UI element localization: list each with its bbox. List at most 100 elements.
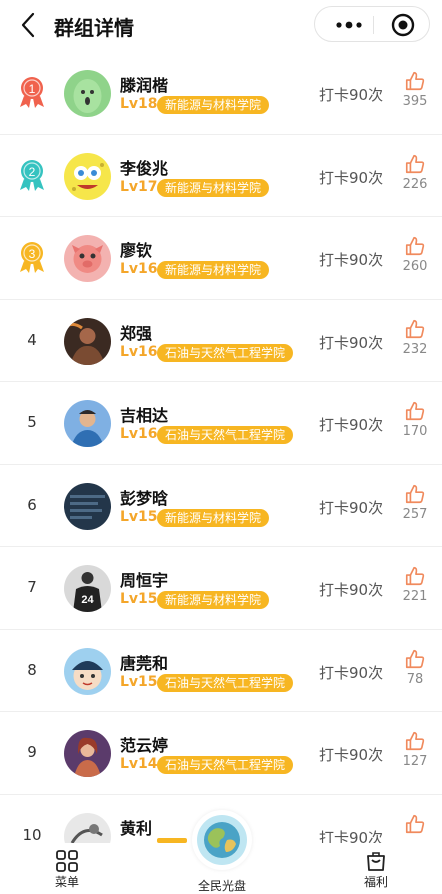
like-button[interactable] <box>398 813 432 835</box>
rank-medal: 2 <box>14 157 50 193</box>
member-name: 郑强 <box>120 323 153 343</box>
college-tag: 新能源与材料学院 <box>157 96 270 114</box>
member-row[interactable]: 1 滕润楷 Lv18 新能源与材料学院 打卡90次 395 <box>0 52 442 135</box>
avatar-image <box>64 647 111 695</box>
thumbs-up-icon <box>405 71 425 91</box>
like-button[interactable]: 257 <box>398 483 432 522</box>
member-name: 廖钦 <box>120 241 153 260</box>
college-tag: 新能源与材料学院 <box>157 178 270 197</box>
checkin-count: 打卡90次 <box>319 663 384 682</box>
member-row[interactable]: 2 李俊兆 Lv17 新能源与材料学院 打卡90次 226 <box>0 135 442 217</box>
avatar[interactable] <box>64 152 111 200</box>
checkin-count: 打卡90次 <box>319 416 384 434</box>
member-row[interactable]: 7 24 周恒宇 Lv15 新能源与材料学院 打卡90次 221 <box>0 547 442 630</box>
avatar-image <box>64 317 111 365</box>
avatar[interactable] <box>64 235 111 282</box>
svg-text:3: 3 <box>29 247 36 261</box>
member-level: Lv16 <box>120 426 158 442</box>
clean-plate-button[interactable] <box>192 810 252 870</box>
member-level: Lv17 <box>120 178 158 195</box>
college-tag: 新能源与材料学院 <box>157 508 270 527</box>
avatar[interactable] <box>64 730 111 777</box>
tab-menu[interactable]: 菜单 <box>37 849 97 890</box>
thumbs-up-icon <box>405 484 425 503</box>
like-button[interactable]: 232 <box>398 318 432 357</box>
thumbs-up-icon <box>405 401 425 421</box>
rank-label: 4 <box>27 330 37 349</box>
tab-welfare[interactable]: 福利 <box>346 849 406 890</box>
member-level: Lv15 <box>120 508 158 525</box>
member-level: Lv18 <box>120 96 158 112</box>
member-level: Lv16 <box>120 343 158 360</box>
rank-medal: 3 <box>14 239 50 275</box>
member-name: 范云婷 <box>120 736 169 755</box>
thumbs-up-icon <box>405 566 425 586</box>
thumbs-up-icon <box>405 236 425 256</box>
checkin-count: 打卡90次 <box>319 251 384 269</box>
like-count: 232 <box>402 341 428 357</box>
like-button[interactable]: 78 <box>398 648 432 687</box>
thumbs-up-icon <box>405 649 425 668</box>
avatar[interactable] <box>64 317 111 365</box>
like-count: 170 <box>402 424 428 439</box>
avatar[interactable] <box>64 70 111 117</box>
checkin-count: 打卡90次 <box>319 581 384 599</box>
avatar-image: 24 <box>64 565 111 612</box>
college-tag: 石油与天然气工程学院 <box>157 756 294 774</box>
rank-number: 4 <box>14 322 50 358</box>
member-name: 滕润楷 <box>120 76 169 95</box>
rank-number: 8 <box>14 652 50 688</box>
member-ranking-list: 1 滕润楷 Lv18 新能源与材料学院 打卡90次 395 2 李俊兆 Lv17… <box>0 52 442 877</box>
like-count: 221 <box>402 589 428 604</box>
college-tag: 石油与天然气工程学院 <box>157 343 294 362</box>
avatar-image <box>64 400 111 447</box>
college-tag: 新能源与材料学院 <box>157 591 270 609</box>
member-level: Lv15 <box>120 591 158 607</box>
member-name: 周恒宇 <box>120 571 169 590</box>
checkin-count: 打卡90次 <box>319 86 384 104</box>
rank-medal-icon: 3 <box>20 242 44 273</box>
like-count: 78 <box>406 671 424 687</box>
thumbs-up-icon <box>405 319 425 338</box>
avatar[interactable] <box>64 647 111 695</box>
svg-text:2: 2 <box>29 165 36 179</box>
avatar-image <box>64 235 111 282</box>
like-count: 127 <box>402 754 428 769</box>
thumbs-up-icon <box>405 731 425 751</box>
member-row[interactable]: 9 范云婷 Lv14 石油与天然气工程学院 打卡90次 127 <box>0 712 442 795</box>
like-button[interactable]: 395 <box>398 70 432 109</box>
avatar[interactable]: 24 <box>64 565 111 612</box>
member-row[interactable]: 5 吉相达 Lv16 石油与天然气工程学院 打卡90次 170 <box>0 382 442 465</box>
member-level: Lv15 <box>120 673 158 690</box>
rank-number: 5 <box>14 404 50 440</box>
checkin-count: 打卡90次 <box>319 168 384 187</box>
member-row[interactable]: 3 廖钦 Lv16 新能源与材料学院 打卡90次 260 <box>0 217 442 300</box>
like-button[interactable]: 221 <box>398 565 432 604</box>
thumbs-up-icon <box>405 814 425 833</box>
like-button[interactable]: 260 <box>398 235 432 274</box>
more-dots-icon[interactable] <box>329 16 369 34</box>
member-name: 彭梦晗 <box>120 488 169 508</box>
member-name: 黄利 <box>120 818 153 838</box>
like-count: 260 <box>402 259 428 274</box>
rank-number: 7 <box>14 569 50 605</box>
avatar-image <box>64 70 111 117</box>
like-button[interactable]: 226 <box>398 153 432 192</box>
checkin-count: 打卡90次 <box>319 333 384 352</box>
like-button[interactable]: 170 <box>398 400 432 439</box>
grid-icon <box>56 850 78 872</box>
capsule-divider <box>373 16 374 34</box>
member-row[interactable]: 6 彭梦晗 Lv15 新能源与材料学院 打卡90次 257 <box>0 465 442 547</box>
back-arrow-icon[interactable] <box>14 10 44 40</box>
member-row[interactable]: 4 郑强 Lv16 石油与天然气工程学院 打卡90次 232 <box>0 300 442 382</box>
college-tag: 石油与天然气工程学院 <box>157 426 294 444</box>
member-level: Lv14 <box>120 756 158 772</box>
close-miniprogram-icon[interactable] <box>391 13 415 37</box>
college-tag: 石油与天然气工程学院 <box>157 673 294 692</box>
member-row[interactable]: 8 唐莞和 Lv15 石油与天然气工程学院 打卡90次 78 <box>0 630 442 712</box>
like-count: 395 <box>402 94 428 109</box>
like-button[interactable]: 127 <box>398 730 432 769</box>
avatar[interactable] <box>64 482 111 530</box>
avatar[interactable] <box>64 400 111 447</box>
rank-medal-icon: 2 <box>20 159 44 191</box>
